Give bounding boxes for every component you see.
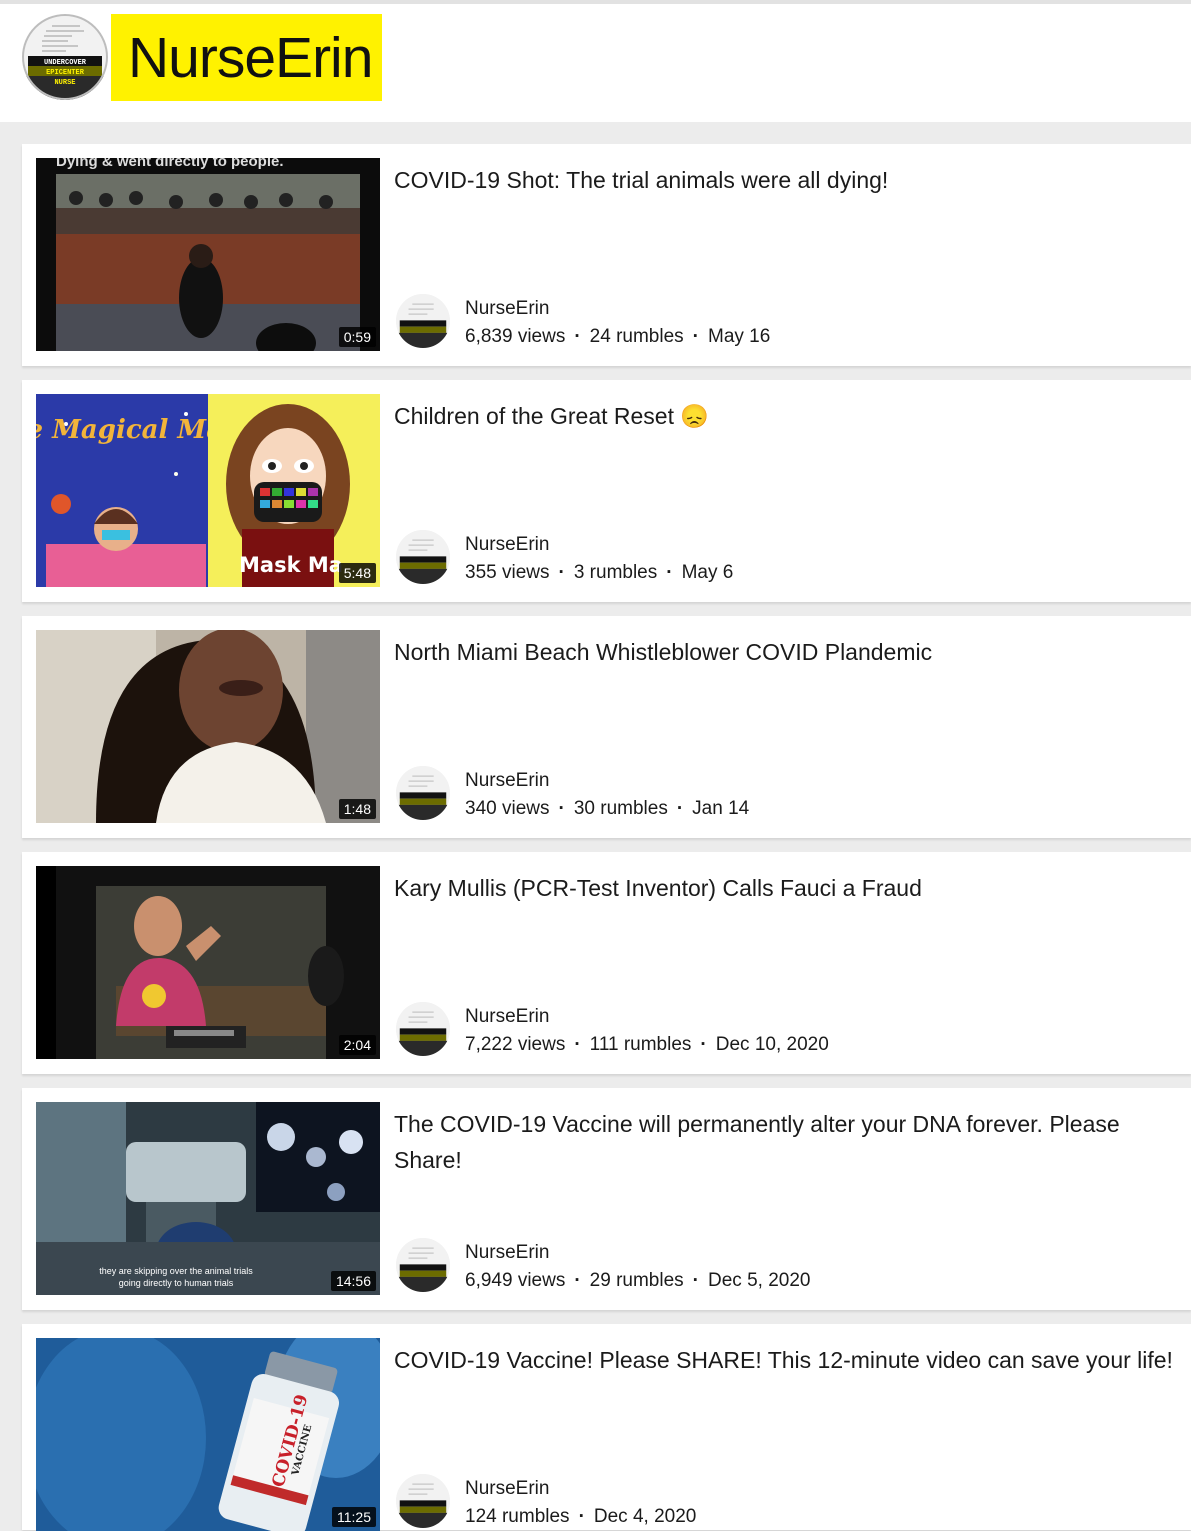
upload-date: Dec 4, 2020 [593,1506,697,1527]
video-thumbnail[interactable]: 1:48 [36,630,380,823]
video-stats: 124 rumbles · Dec 4, 2020 [465,1506,696,1528]
uploader-avatar[interactable] [396,1002,450,1056]
view-count: 355 views [465,562,550,583]
uploader-avatar[interactable] [396,766,450,820]
video-title[interactable]: Children of the Great Reset 😞 [394,398,1174,434]
upload-date: Dec 5, 2020 [708,1270,811,1291]
video-card[interactable]: they are skipping over the animal trials… [22,1088,1191,1310]
view-count: 6,949 views [465,1270,566,1291]
uploader-name[interactable]: NurseErin [465,298,549,320]
uploader-name[interactable]: NurseErin [465,1478,549,1500]
video-thumbnail[interactable]: COVID-19 VACCINE 11:25 [36,1338,380,1531]
video-title[interactable]: The COVID-19 Vaccine will permanently al… [394,1106,1174,1178]
uploader-avatar[interactable] [396,294,450,348]
svg-text:EPICENTER: EPICENTER [46,69,85,77]
separator-dot: · [574,326,581,347]
video-stats: 6,949 views · 29 rumbles · Dec 5, 2020 [465,1270,810,1292]
video-card[interactable]: COVID-19 VACCINE 11:25 COVID-19 Vaccine!… [22,1324,1191,1531]
video-thumbnail[interactable]: Dying & went directly to people. 0:59 [36,158,380,351]
uploader-name[interactable]: NurseErin [465,770,549,792]
thumbnail-subtitle-text: Mask Ma [239,553,343,577]
video-duration: 2:04 [338,1035,376,1055]
separator-dot: · [676,798,684,819]
uploader-avatar[interactable] [396,530,450,584]
svg-text:NURSE: NURSE [54,79,75,87]
rumble-count: 124 rumbles [465,1506,570,1527]
video-duration: 5:48 [338,563,376,583]
rumble-count: 111 rumbles [589,1034,692,1055]
upload-date: May 6 [681,562,734,583]
video-card[interactable]: 1:48 North Miami Beach Whistleblower COV… [22,616,1191,838]
video-card[interactable]: Dying & went directly to people. 0:59 CO… [22,144,1191,366]
svg-text:UNDERCOVER: UNDERCOVER [44,59,87,67]
separator-dot: · [692,326,699,347]
video-thumbnail[interactable]: The Magical Mask Mask Ma 5:48 [36,394,380,587]
view-count: 6,839 views [465,326,566,347]
video-title[interactable]: Kary Mullis (PCR-Test Inventor) Calls Fa… [394,870,1174,906]
uploader-avatar[interactable] [396,1474,450,1528]
video-title[interactable]: North Miami Beach Whistleblower COVID Pl… [394,634,1174,670]
uploader-avatar[interactable] [396,1238,450,1292]
video-card[interactable]: 2:04 Kary Mullis (PCR-Test Inventor) Cal… [22,852,1191,1074]
uploader-name[interactable]: NurseErin [465,1006,549,1028]
separator-dot: · [558,562,565,583]
separator-dot: · [574,1034,581,1055]
rumble-count: 29 rumbles [589,1270,684,1291]
video-duration: 1:48 [338,799,376,819]
uploader-name[interactable]: NurseErin [465,534,549,556]
rumble-count: 3 rumbles [573,562,658,583]
video-stats: 7,222 views · 111 rumbles · Dec 10, 2020 [465,1034,829,1056]
video-duration: 11:25 [332,1507,376,1527]
video-list: Dying & went directly to people. 0:59 CO… [8,122,1191,1531]
svg-text:they are skipping over the ani: they are skipping over the animal trials [99,1266,253,1276]
svg-text:Dying & went directly to peopl: Dying & went directly to people. [56,158,284,170]
video-duration: 0:59 [338,327,376,347]
upload-date: Jan 14 [692,798,750,819]
separator-dot: · [666,562,673,583]
video-stats: 340 views · 30 rumbles · Jan 14 [465,798,749,820]
video-stats: 6,839 views · 24 rumbles · May 16 [465,326,770,348]
separator-dot: · [574,1270,581,1291]
video-stats: 355 views · 3 rumbles · May 6 [465,562,733,584]
video-thumbnail[interactable]: they are skipping over the animal trials… [36,1102,380,1295]
rumble-count: 30 rumbles [573,798,668,819]
upload-date: Dec 10, 2020 [715,1034,829,1055]
rumble-count: 24 rumbles [589,326,684,347]
svg-text:going directly to human trials: going directly to human trials [119,1278,234,1288]
channel-name[interactable]: NurseErin [128,28,373,88]
separator-dot: · [558,798,565,819]
separator-dot: · [692,1270,699,1291]
video-thumbnail[interactable]: 2:04 [36,866,380,1059]
channel-name-highlight: NurseErin [111,14,382,101]
channel-header: UNDERCOVER EPICENTER NURSE NurseErin [0,0,1191,122]
view-count: 340 views [465,798,550,819]
video-card[interactable]: The Magical Mask Mask Ma 5:48 Children o… [22,380,1191,602]
upload-date: May 16 [708,326,771,347]
separator-dot: · [700,1034,707,1055]
header-divider [0,0,1191,4]
channel-avatar[interactable]: UNDERCOVER EPICENTER NURSE [22,14,108,100]
video-title[interactable]: COVID-19 Vaccine! Please SHARE! This 12-… [394,1342,1174,1378]
uploader-name[interactable]: NurseErin [465,1242,549,1264]
video-title[interactable]: COVID-19 Shot: The trial animals were al… [394,162,1174,198]
video-duration: 14:56 [330,1271,376,1291]
view-count: 7,222 views [465,1034,566,1055]
separator-dot: · [578,1506,585,1527]
